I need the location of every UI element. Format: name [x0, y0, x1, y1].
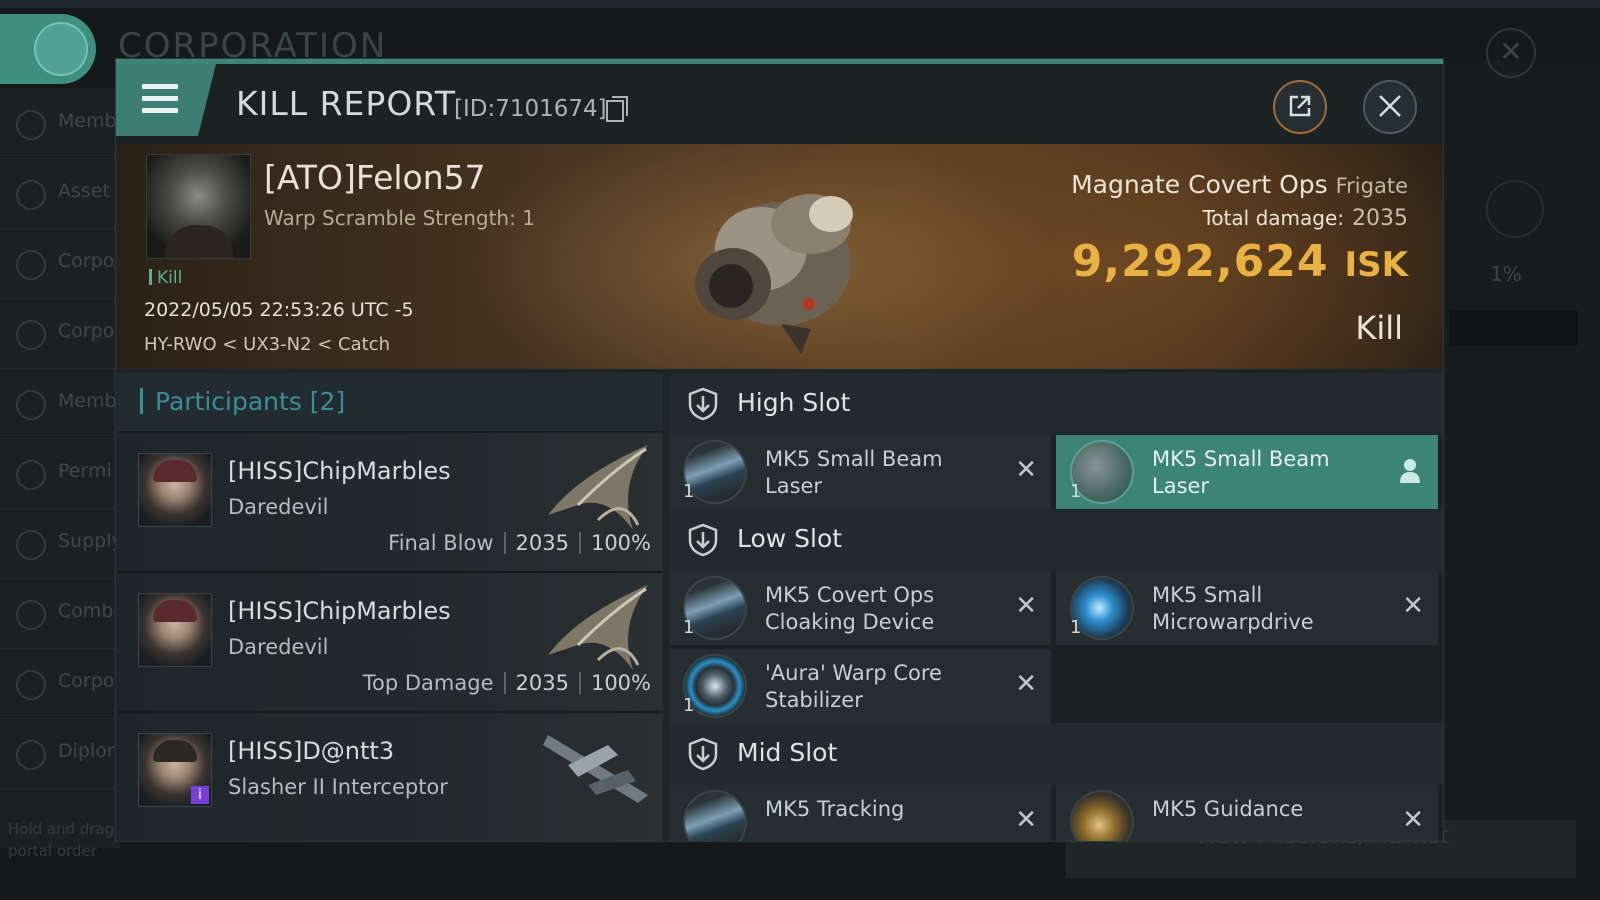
module-tile[interactable]: MK5 Guidance ✕	[1056, 785, 1438, 841]
module-quantity: 1	[683, 617, 695, 638]
participant-portrait[interactable]	[138, 453, 212, 527]
module-name: MK5 Tracking	[765, 797, 905, 821]
bg-sidebar-item[interactable]: Memb	[0, 88, 120, 159]
background-right-panel	[1440, 60, 1600, 840]
x-icon: ✕	[1015, 805, 1037, 835]
kill-datetime: 2022/05/05 22:53:26 UTC -5	[144, 299, 414, 321]
participant-name: [HISS]D@ntt3	[228, 737, 395, 765]
victim-ship-name[interactable]: Magnate Covert Ops Frigate	[1071, 170, 1408, 199]
module-tile[interactable]: 1 MK5 Small Beam Laser ✕	[669, 435, 1051, 509]
kill-location[interactable]: HY-RWO < UX3-N2 < Catch	[144, 334, 390, 355]
low-slot-header: Low Slot	[669, 509, 1443, 571]
module-quantity: 1	[1070, 617, 1082, 638]
participant-row[interactable]: i [HISS]D@ntt3 Slasher II Interceptor	[118, 713, 663, 841]
module-tile[interactable]: 1 MK5 Small Microwarpdrive ✕	[1056, 571, 1438, 645]
high-slot-header: High Slot	[669, 373, 1443, 435]
background-menu-button[interactable]	[0, 14, 96, 84]
module-name: MK5 Small Beam Laser	[1152, 447, 1330, 498]
share-button[interactable]	[1273, 80, 1327, 134]
module-name: 'Aura' Warp Core Stabilizer	[765, 661, 942, 712]
x-icon: ✕	[1402, 805, 1424, 835]
participant-ship: Daredevil	[228, 635, 329, 659]
participant-ship: Slasher II Interceptor	[228, 775, 448, 799]
bg-sidebar-item[interactable]: Corpo	[0, 648, 120, 719]
bg-sidebar-item[interactable]: Corpo	[0, 228, 120, 299]
background-export-icon[interactable]	[1486, 180, 1544, 238]
module-name: MK5 Small Microwarpdrive	[1152, 583, 1314, 634]
slot-shield-icon	[688, 387, 718, 421]
slot-shield-icon	[688, 523, 718, 557]
module-tile[interactable]: 1 MK5 Covert Ops Cloaking Device ✕	[669, 571, 1051, 645]
module-icon	[683, 790, 747, 841]
kill-result: Kill	[1355, 309, 1403, 347]
background-sidebar: Memb Asset Corpo Corpo Memb Applic Permi…	[0, 88, 182, 848]
victim-name[interactable]: [ATO]Felon57	[264, 158, 486, 197]
slot-shield-icon	[688, 737, 718, 771]
copy-icon[interactable]	[606, 96, 628, 122]
dialog-header: KILL REPORT [ID:7101674]	[116, 64, 1443, 144]
dialog-title: KILL REPORT	[236, 84, 456, 123]
module-quantity: 1	[683, 695, 695, 716]
background-percent: 1%	[1490, 262, 1522, 286]
background-top-bar	[0, 0, 1600, 8]
module-quantity: 1	[683, 481, 695, 502]
module-tile[interactable]: 1 MK5 Small Beam Laser	[1056, 435, 1438, 509]
background-close-icon[interactable]: ✕	[1486, 28, 1536, 78]
bg-sidebar-item[interactable]: Comba	[0, 578, 125, 649]
module-tile[interactable]: MK5 Tracking ✕	[669, 785, 1051, 841]
participant-ship-image	[548, 585, 648, 670]
low-slot-title: Low Slot	[737, 524, 843, 553]
module-icon	[1070, 790, 1134, 841]
close-button[interactable]	[1363, 80, 1417, 134]
x-icon: ✕	[1015, 591, 1037, 621]
fitting-panel: High Slot 1 MK5 Small Beam Laser ✕ 1 MK5…	[669, 373, 1443, 841]
menu-icon	[142, 84, 178, 120]
participant-stats: Top Damage 2035 100%	[362, 671, 651, 695]
victim-portrait[interactable]	[146, 154, 251, 259]
module-name: MK5 Covert Ops Cloaking Device	[765, 583, 935, 634]
bg-sidebar-item[interactable]: Memb Applic	[0, 368, 181, 439]
bg-sidebar-item[interactable]: Asset	[0, 158, 120, 229]
participants-title: Participants [2]	[140, 387, 345, 416]
module-name: MK5 Guidance	[1152, 797, 1304, 821]
module-name: MK5 Small Beam Laser	[765, 447, 943, 498]
share-icon	[1289, 95, 1311, 117]
high-slot-title: High Slot	[737, 388, 851, 417]
participant-row[interactable]: [HISS]ChipMarbles Daredevil Top Damage 20…	[118, 573, 663, 713]
mid-slot-header: Mid Slot	[669, 723, 1443, 785]
kill-tag: Kill	[149, 268, 182, 288]
x-icon: ✕	[1015, 455, 1037, 485]
x-icon: ✕	[1402, 591, 1424, 621]
bg-sidebar-item[interactable]: Corpo	[0, 298, 120, 369]
bg-sidebar-item[interactable]: Diplon	[0, 718, 120, 789]
participants-header: Participants [2]	[118, 373, 663, 431]
bg-sidebar-item[interactable]: Permi Manag	[0, 438, 182, 509]
participant-portrait[interactable]	[138, 593, 212, 667]
mid-slot-title: Mid Slot	[737, 738, 838, 767]
participant-stats: Final Blow 2035 100%	[388, 531, 651, 555]
participant-name: [HISS]ChipMarbles	[228, 597, 451, 625]
user-icon	[1400, 459, 1420, 483]
close-icon	[1379, 95, 1401, 117]
participant-ship-image	[548, 445, 648, 530]
participant-ship-image	[543, 735, 648, 803]
background-bar	[1450, 310, 1578, 346]
bg-sidebar-item[interactable]: Supply	[0, 508, 123, 579]
participant-row[interactable]: [HISS]ChipMarbles Daredevil Final Blow 20…	[118, 433, 663, 573]
x-icon: ✕	[1015, 669, 1037, 699]
victim-ship-image	[695, 194, 853, 354]
participants-panel: Participants [2] [HISS]ChipMarbles Dared…	[118, 373, 663, 841]
isk-value: 9,292,624 ISK	[1071, 236, 1408, 287]
participant-name: [HISS]ChipMarbles	[228, 457, 451, 485]
kill-id: [ID:7101674]	[454, 96, 607, 122]
info-icon[interactable]: i	[191, 786, 209, 804]
participant-ship: Daredevil	[228, 495, 329, 519]
total-damage: Total damage: 2035	[1202, 206, 1409, 231]
participant-portrait[interactable]: i	[138, 733, 212, 807]
kill-report-dialog: KILL REPORT [ID:7101674] [ATO]Felon57 Wa…	[115, 58, 1444, 842]
module-quantity: 1	[1070, 481, 1082, 502]
victim-hero: [ATO]Felon57 Warp Scramble Strength: 1 K…	[116, 144, 1443, 369]
warp-scramble-strength: Warp Scramble Strength: 1	[264, 206, 535, 230]
module-tile[interactable]: 1 'Aura' Warp Core Stabilizer ✕	[669, 649, 1051, 723]
